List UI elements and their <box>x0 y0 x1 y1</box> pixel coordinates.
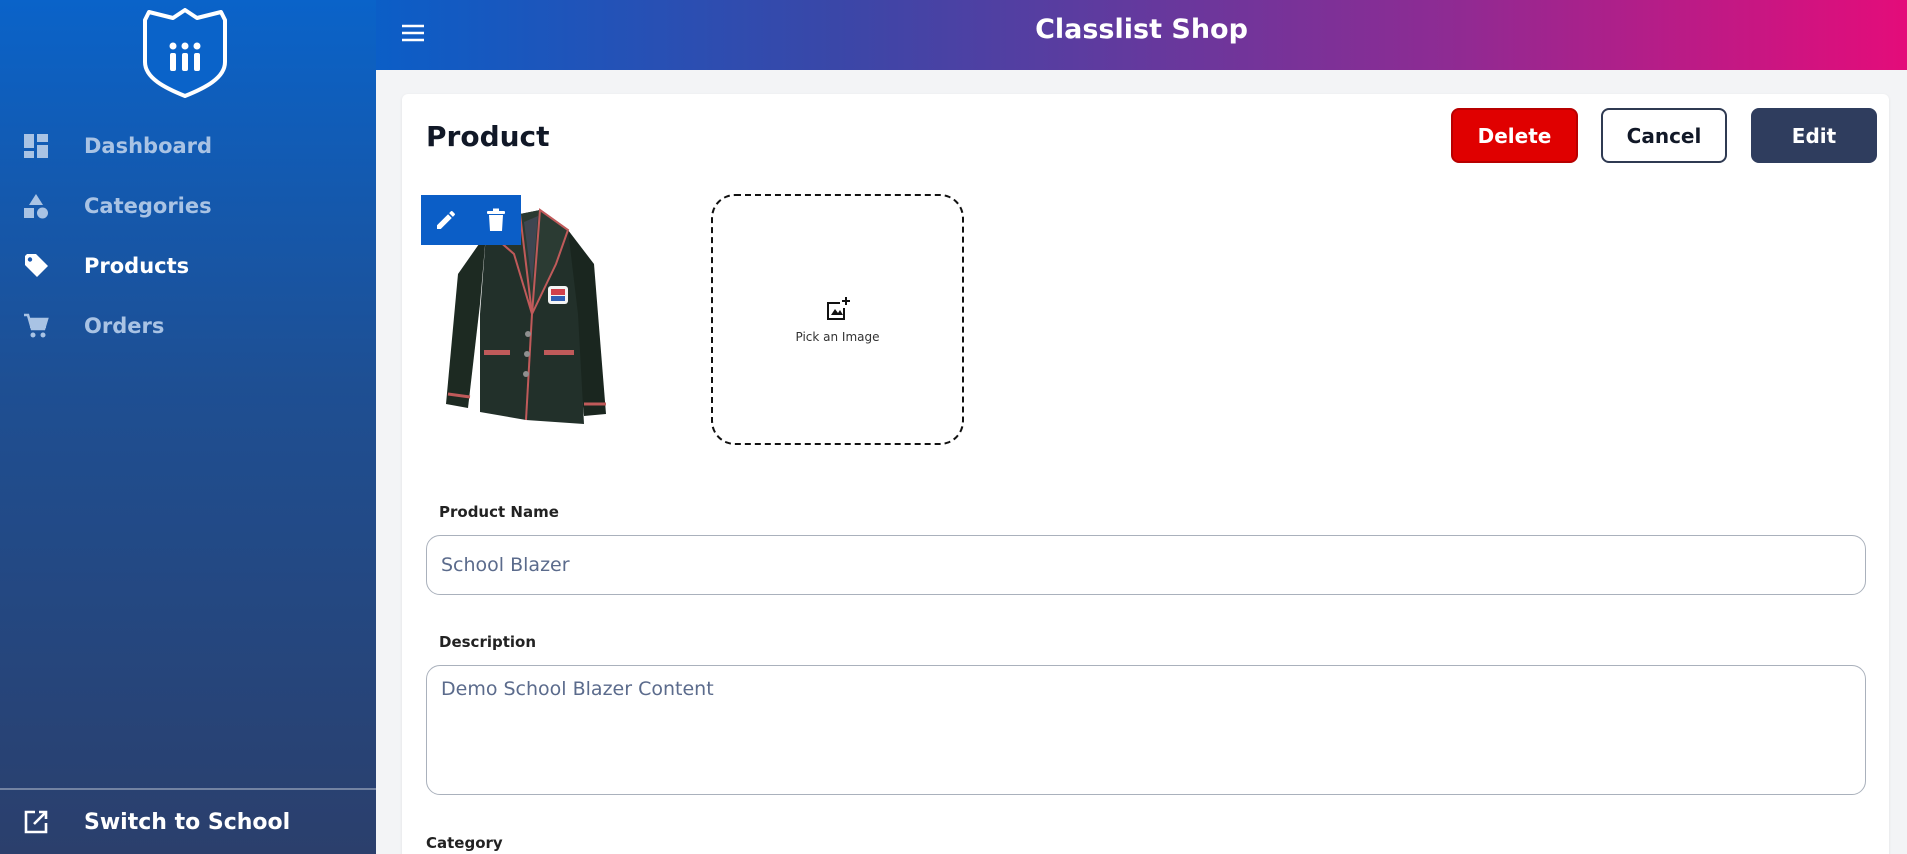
switch-to-school-label: Switch to School <box>84 809 291 835</box>
cart-icon <box>22 312 50 340</box>
sidebar-item-label: Categories <box>84 194 212 218</box>
pencil-icon[interactable] <box>421 195 471 245</box>
add-photo-icon <box>825 296 851 326</box>
sidebar-item-products[interactable]: Products <box>0 236 376 296</box>
product-name-field[interactable]: School Blazer <box>426 535 1866 595</box>
sidebar: Dashboard Categories Products Orders Swi… <box>0 0 376 854</box>
pick-image-label: Pick an Image <box>795 329 880 344</box>
edit-button[interactable]: Edit <box>1751 108 1877 163</box>
image-actions <box>421 195 521 245</box>
cancel-button[interactable]: Cancel <box>1601 108 1727 163</box>
shapes-icon <box>22 192 50 220</box>
top-header: Classlist Shop <box>376 0 1907 70</box>
product-name-label: Product Name <box>439 503 559 521</box>
dashboard-icon <box>22 132 50 160</box>
app-title: Classlist Shop <box>1035 14 1248 45</box>
tag-icon <box>22 252 50 280</box>
sidebar-item-label: Orders <box>84 314 165 338</box>
delete-button[interactable]: Delete <box>1451 108 1578 163</box>
switch-to-school-button[interactable]: Switch to School <box>0 788 376 854</box>
sidebar-item-label: Products <box>84 254 190 278</box>
page-title: Product <box>426 120 550 153</box>
sidebar-item-label: Dashboard <box>84 134 213 158</box>
external-link-icon <box>22 808 50 836</box>
shield-logo-icon[interactable] <box>141 8 229 98</box>
pick-image-dropzone[interactable]: Pick an Image <box>711 194 964 445</box>
category-label: Category <box>426 834 503 852</box>
sidebar-item-dashboard[interactable]: Dashboard <box>0 116 376 176</box>
sidebar-nav: Dashboard Categories Products Orders <box>0 116 376 356</box>
sidebar-item-orders[interactable]: Orders <box>0 296 376 356</box>
product-card: Product Delete Cancel Edit Pick an Image… <box>402 94 1889 854</box>
trash-icon[interactable] <box>471 195 521 245</box>
sidebar-item-categories[interactable]: Categories <box>0 176 376 236</box>
description-label: Description <box>439 633 537 651</box>
description-field[interactable]: Demo School Blazer Content <box>426 665 1866 795</box>
